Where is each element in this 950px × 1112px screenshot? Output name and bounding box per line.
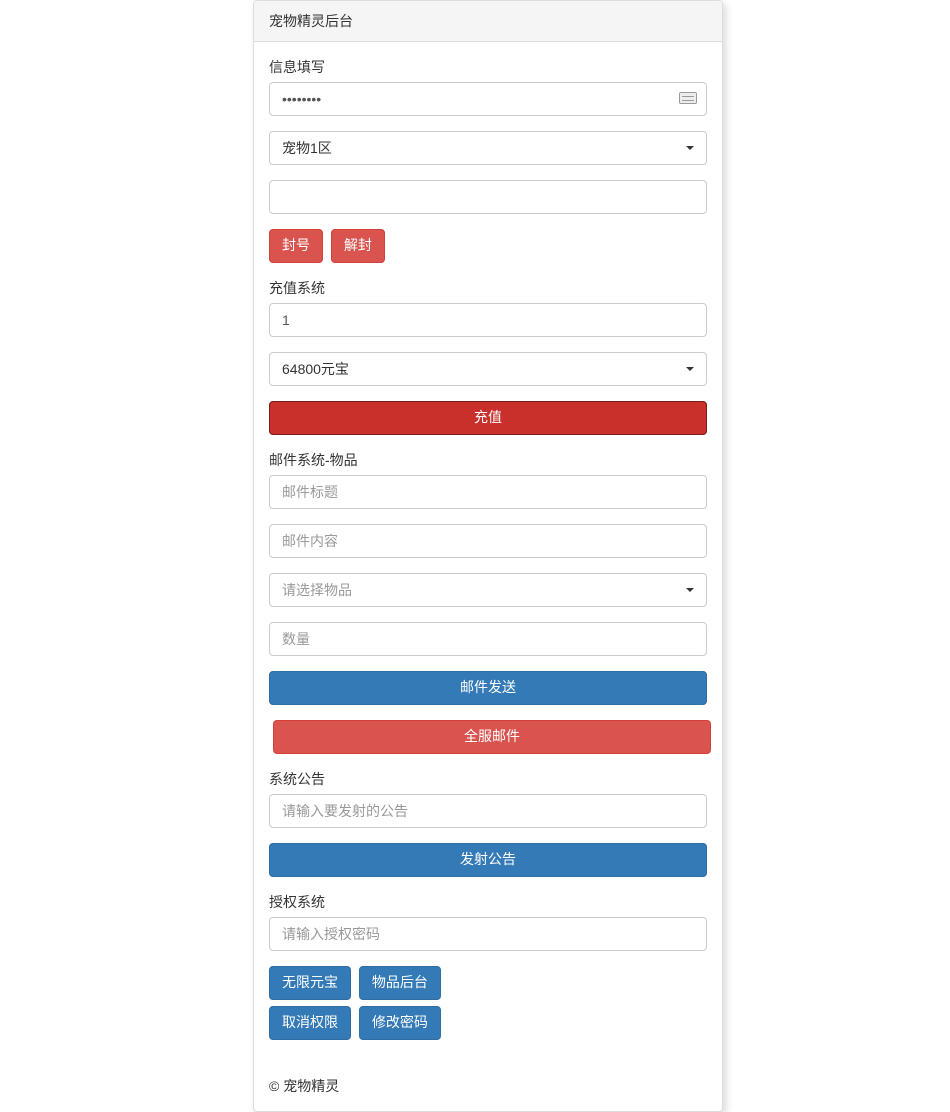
panel-body: 信息填写 宠物1区 封号 解封 充值系统 64800元宝 充值	[254, 42, 722, 1076]
recharge-amount-input[interactable]	[269, 303, 707, 337]
mail-qty-input[interactable]	[269, 622, 707, 656]
item-backend-button[interactable]: 物品后台	[359, 966, 441, 1000]
change-password-button[interactable]: 修改密码	[359, 1006, 441, 1040]
mail-title-input[interactable]	[269, 475, 707, 509]
mail-section: 邮件系统-物品 请选择物品 邮件发送 全服邮件	[269, 450, 707, 754]
recharge-option-value: 64800元宝	[282, 361, 349, 377]
caret-icon	[686, 588, 694, 592]
admin-panel: 宠物精灵后台 信息填写 宠物1区 封号 解封 充值系统 64800元宝	[253, 0, 723, 1112]
caret-icon	[686, 146, 694, 150]
announce-label: 系统公告	[269, 769, 325, 789]
revoke-permission-button[interactable]: 取消权限	[269, 1006, 351, 1040]
mail-broadcast-button[interactable]: 全服邮件	[273, 720, 711, 754]
unban-button[interactable]: 解封	[331, 229, 385, 263]
recharge-button[interactable]: 充值	[269, 401, 707, 435]
mail-label: 邮件系统-物品	[269, 450, 358, 470]
ban-button[interactable]: 封号	[269, 229, 323, 263]
recharge-section: 充值系统 64800元宝 充值	[269, 278, 707, 435]
mail-item-select[interactable]: 请选择物品	[269, 573, 707, 607]
footer-copyright: © 宠物精灵	[254, 1076, 722, 1111]
user-input[interactable]	[269, 180, 707, 214]
mail-item-placeholder: 请选择物品	[282, 582, 352, 598]
auth-section: 授权系统 无限元宝 物品后台 取消权限 修改密码	[269, 892, 707, 1046]
mail-send-button[interactable]: 邮件发送	[269, 671, 707, 705]
info-section: 信息填写 宠物1区 封号 解封	[269, 57, 707, 263]
announce-input[interactable]	[269, 794, 707, 828]
panel-title: 宠物精灵后台	[254, 1, 722, 42]
recharge-label: 充值系统	[269, 278, 325, 298]
announce-button[interactable]: 发射公告	[269, 843, 707, 877]
announce-section: 系统公告 发射公告	[269, 769, 707, 877]
info-label: 信息填写	[269, 57, 325, 77]
caret-icon	[686, 367, 694, 371]
auth-label: 授权系统	[269, 892, 325, 912]
server-select-value: 宠物1区	[282, 140, 332, 156]
mail-content-input[interactable]	[269, 524, 707, 558]
recharge-option-select[interactable]: 64800元宝	[269, 352, 707, 386]
auth-password-input[interactable]	[269, 917, 707, 951]
unlimited-gold-button[interactable]: 无限元宝	[269, 966, 351, 1000]
password-input[interactable]	[269, 82, 707, 116]
server-select[interactable]: 宠物1区	[269, 131, 707, 165]
